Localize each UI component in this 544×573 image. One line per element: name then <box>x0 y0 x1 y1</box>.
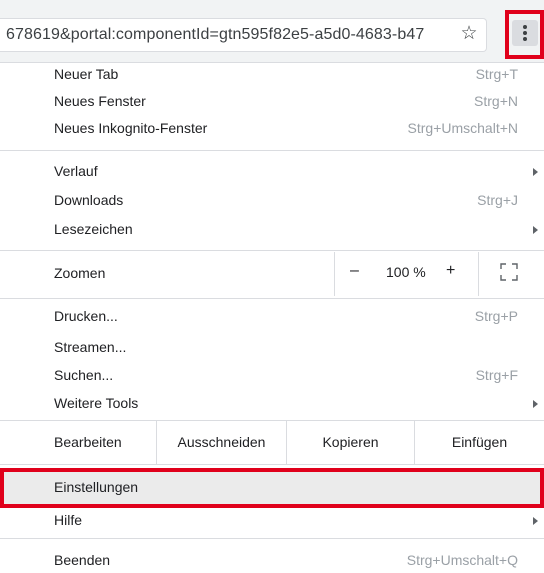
menu-item-find[interactable]: Suchen... Strg+F <box>0 363 544 388</box>
highlight-box-menu-button <box>505 10 544 59</box>
menu-item-shortcut: Strg+F <box>475 367 518 383</box>
chevron-right-icon <box>533 400 538 408</box>
menu-item-shortcut: Strg+P <box>474 308 518 324</box>
address-bar: 678619&portal:componentId=gtn595f82e5-a5… <box>0 0 544 63</box>
zoom-value: 100 % <box>386 264 426 280</box>
divider <box>0 538 544 539</box>
paste-button[interactable]: Einfügen <box>415 420 544 464</box>
menu-item-shortcut: Strg+J <box>477 192 518 208</box>
divider <box>0 250 544 251</box>
highlight-box-settings <box>0 468 544 508</box>
divider <box>0 150 544 151</box>
divider <box>0 298 544 299</box>
menu-item-label: Drucken... <box>54 308 118 324</box>
menu-item-bookmarks[interactable]: Lesezeichen <box>0 217 544 242</box>
menu-item-shortcut: Strg+T <box>475 66 518 82</box>
divider <box>0 464 544 465</box>
zoom-out-button[interactable]: – <box>350 262 359 280</box>
menu-item-zoom: Zoomen – 100 % + <box>0 252 544 296</box>
copy-button[interactable]: Kopieren <box>287 420 414 464</box>
menu-item-label: Neuer Tab <box>54 66 119 82</box>
menu-item-edit: Bearbeiten Ausschneiden Kopieren Einfüge… <box>0 420 544 464</box>
menu-item-label: Verlauf <box>54 163 98 179</box>
edit-label: Bearbeiten <box>54 434 122 450</box>
url-text[interactable]: 678619&portal:componentId=gtn595f82e5-a5… <box>6 26 424 44</box>
menu-item-label: Neues Fenster <box>54 93 146 109</box>
divider <box>478 252 479 296</box>
menu-item-shortcut: Strg+N <box>474 93 518 109</box>
menu-item-new-window[interactable]: Neues Fenster Strg+N <box>0 89 544 114</box>
menu-item-label: Downloads <box>54 192 124 208</box>
menu-item-exit[interactable]: Beenden Strg+Umschalt+Q <box>0 548 544 573</box>
zoom-label: Zoomen <box>54 265 106 281</box>
menu-item-new-tab[interactable]: Neuer Tab Strg+T <box>0 62 544 87</box>
chevron-right-icon <box>533 226 538 234</box>
menu-item-shortcut: Strg+Umschalt+Q <box>406 552 518 568</box>
menu-item-history[interactable]: Verlauf <box>0 159 544 184</box>
menu-item-incognito[interactable]: Neues Inkognito-Fenster Strg+Umschalt+N <box>0 116 544 141</box>
menu-item-label: Neues Inkognito-Fenster <box>54 120 208 136</box>
menu-item-help[interactable]: Hilfe <box>0 508 544 533</box>
zoom-in-button[interactable]: + <box>446 262 455 280</box>
star-icon[interactable]: ☆ <box>458 23 480 45</box>
menu-item-print[interactable]: Drucken... Strg+P <box>0 304 544 329</box>
menu-item-downloads[interactable]: Downloads Strg+J <box>0 188 544 213</box>
chevron-right-icon <box>533 168 538 176</box>
menu-item-label: Weitere Tools <box>54 395 139 411</box>
menu-item-label: Hilfe <box>54 512 83 528</box>
fullscreen-icon[interactable] <box>500 263 518 281</box>
menu-item-cast[interactable]: Streamen... <box>0 335 544 360</box>
menu-item-label: Suchen... <box>54 367 114 383</box>
menu-item-label: Beenden <box>54 552 111 568</box>
menu-item-more-tools[interactable]: Weitere Tools <box>0 391 544 416</box>
url-field[interactable]: 678619&portal:componentId=gtn595f82e5-a5… <box>0 18 487 52</box>
chevron-right-icon <box>533 517 538 525</box>
cut-button[interactable]: Ausschneiden <box>157 420 286 464</box>
menu-item-label: Lesezeichen <box>54 221 133 237</box>
menu-item-label: Streamen... <box>54 339 127 355</box>
menu-item-shortcut: Strg+Umschalt+N <box>407 120 518 136</box>
divider <box>334 252 335 296</box>
